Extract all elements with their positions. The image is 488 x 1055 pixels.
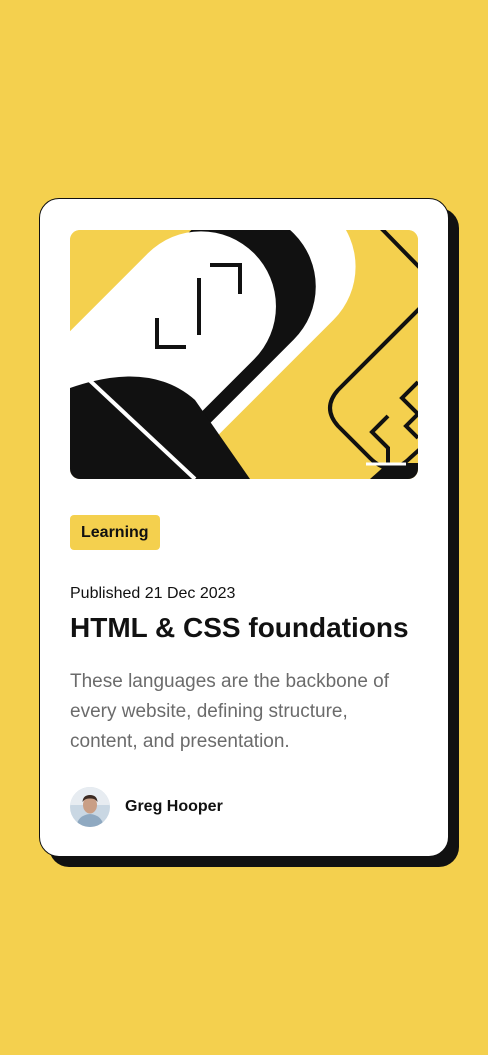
author-avatar: [70, 787, 110, 827]
article-title[interactable]: HTML & CSS foundations: [70, 610, 430, 646]
category-tag: Learning: [70, 515, 160, 550]
blog-preview-card: Learning Published 21 Dec 2023 HTML & CS…: [39, 198, 449, 857]
article-description: These languages are the backbone of ever…: [70, 671, 390, 752]
author-name: Greg Hooper: [125, 798, 223, 815]
author: Greg Hooper: [70, 787, 223, 827]
article-illustration: [70, 230, 418, 479]
published-date: Published 21 Dec 2023: [70, 585, 236, 602]
